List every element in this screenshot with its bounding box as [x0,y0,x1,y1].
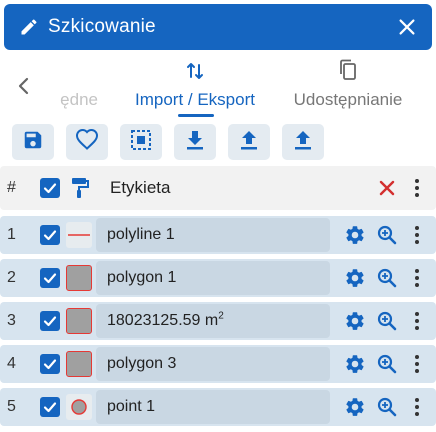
panel-header: Szkicowanie [4,4,432,50]
tab-coordinates-label: ędne [60,90,98,109]
table-row: 2 polygon 1 [0,259,436,297]
features-table: # Etykieta 1 polyline 1 2 polygon 1 3 18… [0,166,436,432]
gear-icon[interactable] [344,267,366,289]
select-all-checkbox[interactable] [40,178,60,198]
tab-import-export-label: Import / Eksport [135,90,255,109]
row-label-field[interactable]: 18023125.59 m2 [96,304,330,338]
table-header: # Etykieta [0,166,436,210]
upload-button[interactable] [228,124,270,160]
row-label-field[interactable]: point 1 [96,390,330,424]
row-checkbox[interactable] [40,268,60,288]
delete-all-icon[interactable] [378,179,396,197]
paint-roller-icon[interactable] [70,177,90,199]
row-label-unit-exponent: 2 [218,310,224,322]
panel-title: Szkicowanie [48,16,156,37]
polygon-symbol-icon[interactable] [66,265,92,291]
tab-share[interactable]: Udostępnianie [284,56,412,118]
column-number-header: # [7,179,16,196]
row-more-icon[interactable] [412,397,422,417]
row-checkbox[interactable] [40,225,60,245]
close-icon[interactable] [392,12,422,42]
column-label-header: Etykieta [110,178,171,197]
row-checkbox[interactable] [40,397,60,417]
table-row: 1 polyline 1 [0,216,436,254]
pencil-icon [18,16,40,38]
zoom-to-icon[interactable] [376,224,398,246]
row-checkbox[interactable] [40,354,60,374]
row-label-text: polygon 1 [107,269,177,286]
row-label-field[interactable]: polygon 1 [96,261,330,295]
row-number: 1 [7,226,16,243]
swap-vertical-icon [186,61,204,86]
tabs-scroll-left-icon[interactable] [14,74,34,98]
point-symbol-icon[interactable] [66,394,92,420]
select-all-button[interactable] [120,124,162,160]
polygon-symbol-icon[interactable] [66,308,92,334]
row-number: 3 [7,312,16,329]
upload-button-2[interactable] [282,124,324,160]
header-more-icon[interactable] [412,178,422,198]
upload-icon [238,129,260,156]
copy-icon [338,59,358,86]
polygon-symbol-icon[interactable] [66,351,92,377]
zoom-to-icon[interactable] [376,353,398,375]
gear-icon[interactable] [344,224,366,246]
table-row: 4 polygon 3 [0,345,436,383]
active-tab-indicator [178,114,214,117]
select-all-icon [130,129,152,156]
gear-icon[interactable] [344,396,366,418]
toolbar [8,124,436,160]
row-number: 5 [7,398,16,415]
row-label-field[interactable]: polyline 1 [96,218,330,252]
tab-bar: ędne Import / Eksport Udostępnianie [0,56,436,118]
table-row: 3 18023125.59 m2 [0,302,436,340]
row-checkbox[interactable] [40,311,60,331]
zoom-to-icon[interactable] [376,396,398,418]
zoom-to-icon[interactable] [376,310,398,332]
row-more-icon[interactable] [412,311,422,331]
row-label-text: 18023125.59 m [107,312,219,329]
polyline-symbol-icon[interactable] [66,222,92,248]
row-more-icon[interactable] [412,268,422,288]
row-label-text: point 1 [107,398,156,415]
row-label-text: polygon 3 [107,355,177,372]
tab-import-export[interactable]: Import / Eksport [122,56,268,118]
row-number: 4 [7,355,16,372]
favorite-button[interactable] [66,124,108,160]
save-icon [22,129,44,156]
download-icon [184,129,206,156]
row-more-icon[interactable] [412,354,422,374]
tab-share-label: Udostępnianie [293,90,403,109]
gear-icon[interactable] [344,310,366,332]
row-label-text: polyline 1 [107,226,175,243]
zoom-to-icon[interactable] [376,267,398,289]
table-row: 5 point 1 [0,388,436,426]
upload-icon [292,129,314,156]
save-button[interactable] [12,124,54,160]
download-button[interactable] [174,124,216,160]
tab-coordinates[interactable]: ędne [40,56,104,118]
gear-icon[interactable] [344,353,366,375]
row-more-icon[interactable] [412,225,422,245]
row-label-field[interactable]: polygon 3 [96,347,330,381]
row-number: 2 [7,269,16,286]
heart-icon [74,128,100,157]
